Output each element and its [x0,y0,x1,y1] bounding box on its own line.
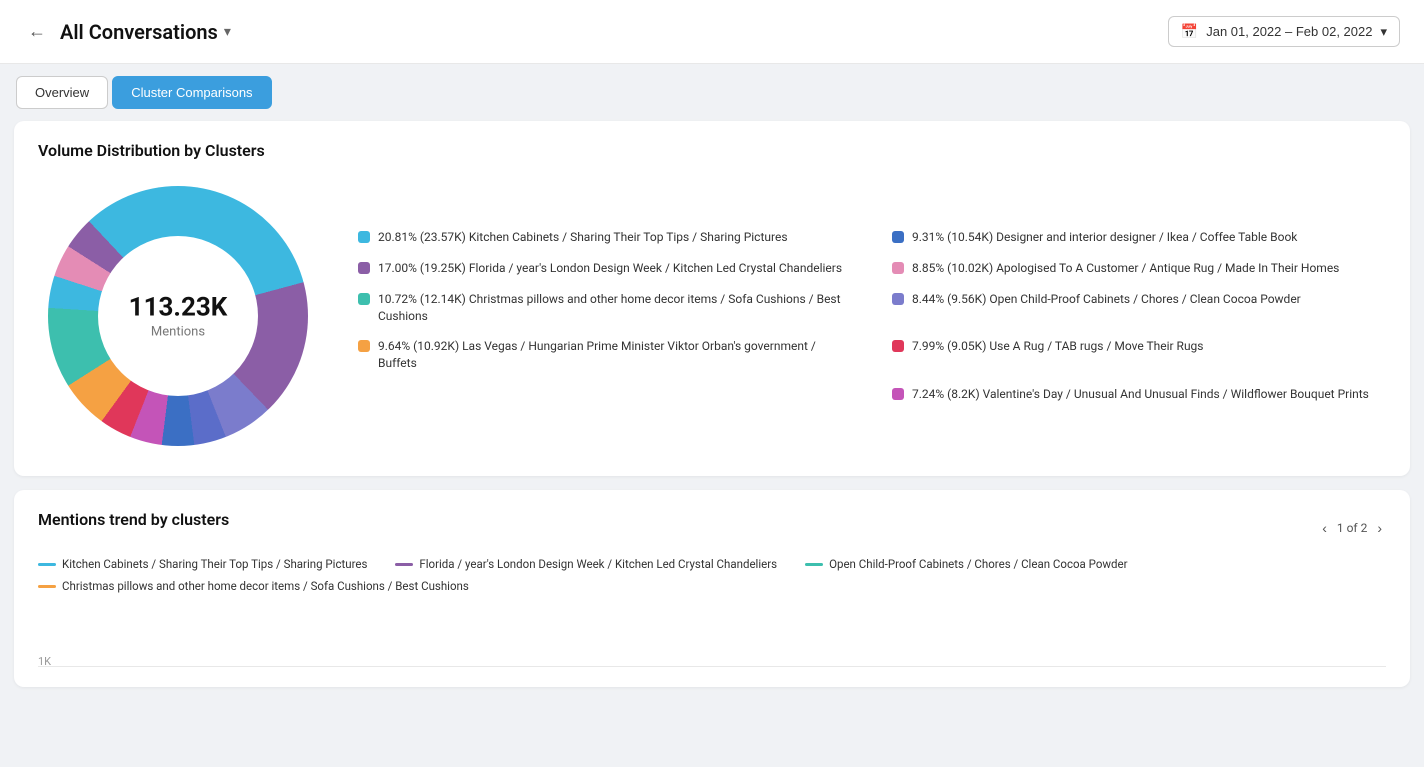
tab-cluster-comparisons[interactable]: Cluster Comparisons [112,76,271,109]
trend-line-3 [38,585,56,588]
trend-legend-label-2: Open Child-Proof Cabinets / Chores / Cle… [829,557,1127,571]
legend-dot-5 [892,262,904,274]
legend-text-1: 17.00% (19.25K) Florida / year's London … [378,260,842,277]
legend-item-7: 7.99% (9.05K) Use A Rug / TAB rugs / Mov… [892,338,1386,372]
trend-header: Mentions trend by clusters ‹ 1 of 2 › [38,510,1386,545]
calendar-icon: 📅 [1181,23,1198,40]
trend-legend-label-3: Christmas pillows and other home decor i… [62,579,469,593]
trend-card-title: Mentions trend by clusters [38,510,229,529]
back-button[interactable]: ← [24,17,50,46]
volume-distribution-card: Volume Distribution by Clusters [14,121,1410,476]
chart-area: 113.23K Mentions 20.81% (23.57K) Kitchen… [38,176,1386,456]
legend-dot-6 [892,293,904,305]
legend-item-3: 9.64% (10.92K) Las Vegas / Hungarian Pri… [358,338,852,372]
legend-text-3: 9.64% (10.92K) Las Vegas / Hungarian Pri… [378,338,852,372]
legend-text-8: 7.24% (8.2K) Valentine's Day / Unusual A… [912,386,1369,403]
legend-dot-3 [358,340,370,352]
header-left: ← All Conversations ▾ [24,17,231,46]
legend-item-8: 7.24% (8.2K) Valentine's Day / Unusual A… [892,386,1386,403]
legend-dot-0 [358,231,370,243]
trend-legend-item-3: Christmas pillows and other home decor i… [38,579,469,593]
legend-dot-7 [892,340,904,352]
date-range-label: Jan 01, 2022 – Feb 02, 2022 [1206,24,1372,39]
trend-legend-item-0: Kitchen Cabinets / Sharing Their Top Tip… [38,557,367,571]
legend-item-5: 8.85% (10.02K) Apologised To A Customer … [892,260,1386,277]
volume-card-title: Volume Distribution by Clusters [38,141,1386,160]
legend-dot-1 [358,262,370,274]
legend-item-2: 10.72% (12.14K) Christmas pillows and ot… [358,291,852,325]
trend-legend: Kitchen Cabinets / Sharing Their Top Tip… [38,557,1386,593]
legend-item-0: 20.81% (23.57K) Kitchen Cabinets / Shari… [358,229,852,246]
legend-text-5: 8.85% (10.02K) Apologised To A Customer … [912,260,1339,277]
mentions-trend-card: Mentions trend by clusters ‹ 1 of 2 › Ki… [14,490,1410,687]
trend-line-2 [805,563,823,566]
legend-item-1: 17.00% (19.25K) Florida / year's London … [358,260,852,277]
pagination: ‹ 1 of 2 › [1318,518,1386,538]
y-axis-label: 1K [38,655,51,668]
legend-dot-4 [892,231,904,243]
header: ← All Conversations ▾ 📅 Jan 01, 2022 – F… [0,0,1424,64]
date-chevron-icon: ▾ [1380,24,1387,40]
legend-item-6: 8.44% (9.56K) Open Child-Proof Cabinets … [892,291,1386,325]
trend-chart-area: 1K [38,607,1386,667]
donut-chart: 113.23K Mentions [38,176,318,456]
donut-center-text: 113.23K Mentions [129,293,228,340]
title-chevron-icon[interactable]: ▾ [224,24,231,40]
trend-legend-item-1: Florida / year's London Design Week / Ki… [395,557,777,571]
trend-line-0 [38,563,56,566]
donut-legend: 20.81% (23.57K) Kitchen Cabinets / Shari… [358,229,1386,403]
prev-page-button[interactable]: ‹ [1318,518,1331,538]
page-indicator: 1 of 2 [1337,521,1367,535]
legend-text-7: 7.99% (9.05K) Use A Rug / TAB rugs / Mov… [912,338,1204,355]
tabs-bar: Overview Cluster Comparisons [0,64,1424,121]
page-title: All Conversations [60,20,218,44]
legend-text-6: 8.44% (9.56K) Open Child-Proof Cabinets … [912,291,1301,308]
legend-text-2: 10.72% (12.14K) Christmas pillows and ot… [378,291,852,325]
legend-dot-2 [358,293,370,305]
donut-mention-label: Mentions [129,325,228,340]
trend-line-1 [395,563,413,566]
next-page-button[interactable]: › [1373,518,1386,538]
title-group: All Conversations ▾ [60,20,231,44]
trend-legend-item-2: Open Child-Proof Cabinets / Chores / Cle… [805,557,1127,571]
legend-dot-8 [892,388,904,400]
date-range-button[interactable]: 📅 Jan 01, 2022 – Feb 02, 2022 ▾ [1168,16,1400,47]
trend-legend-label-0: Kitchen Cabinets / Sharing Their Top Tip… [62,557,367,571]
legend-item-4: 9.31% (10.54K) Designer and interior des… [892,229,1386,246]
legend-text-0: 20.81% (23.57K) Kitchen Cabinets / Shari… [378,229,788,246]
donut-value: 113.23K [129,293,228,323]
tab-overview[interactable]: Overview [16,76,108,109]
trend-legend-label-1: Florida / year's London Design Week / Ki… [419,557,777,571]
legend-text-4: 9.31% (10.54K) Designer and interior des… [912,229,1297,246]
